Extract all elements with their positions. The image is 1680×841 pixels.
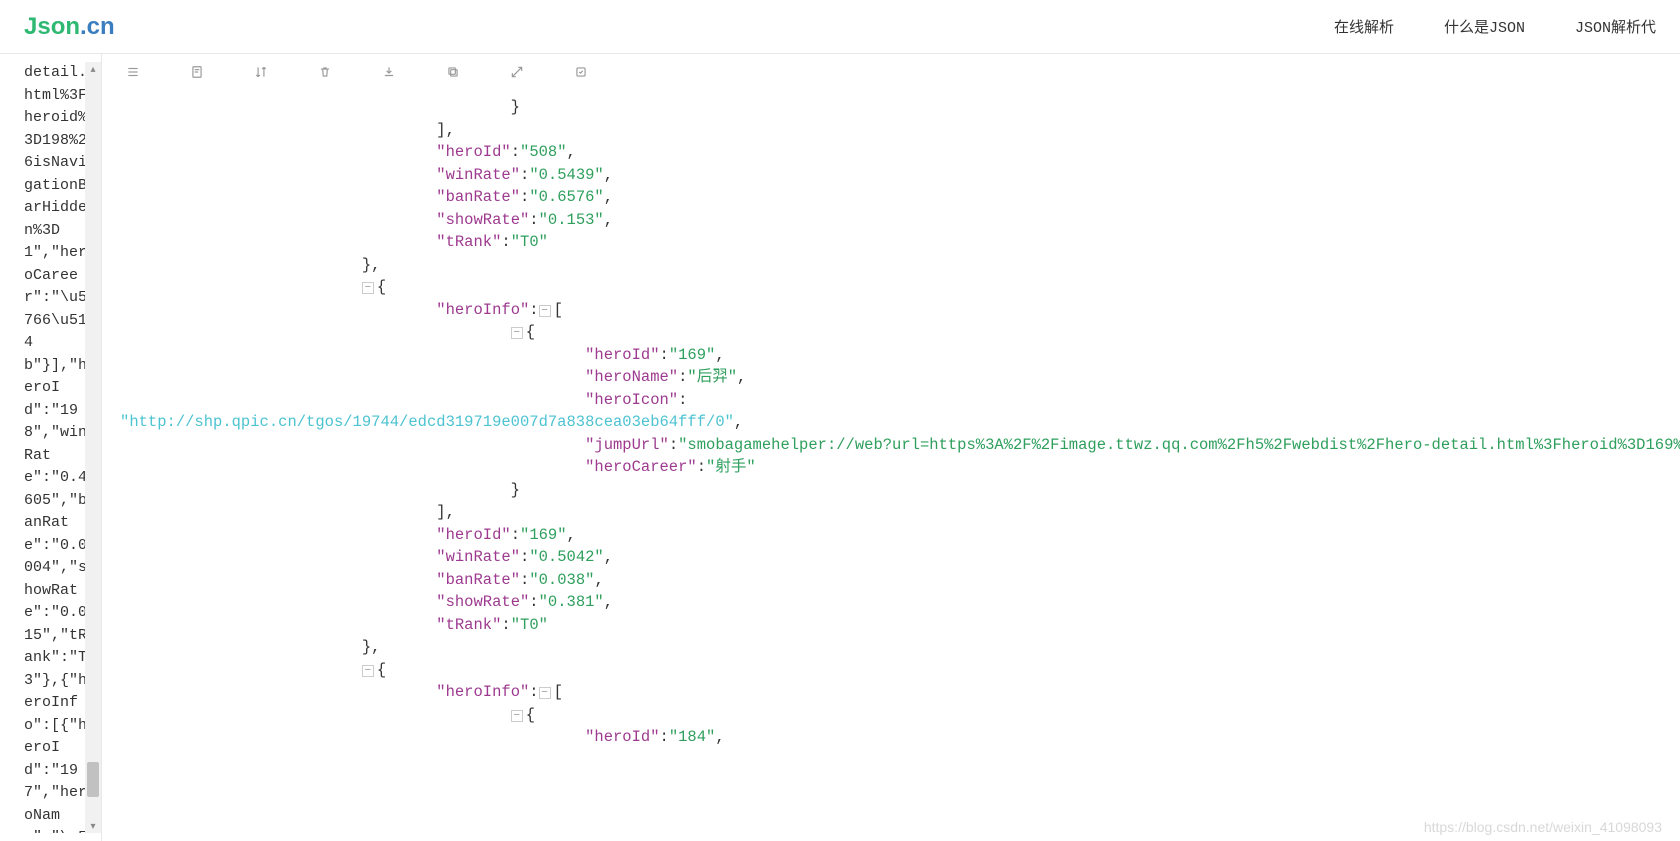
sort-icon[interactable] bbox=[254, 65, 268, 82]
watermark: https://blog.csdn.net/weixin_41098093 bbox=[1424, 819, 1662, 835]
raw-scrollbar[interactable]: ▴ ▾ bbox=[85, 62, 101, 833]
guide-icon[interactable] bbox=[574, 65, 588, 82]
formatted-json-view[interactable]: } ], "heroId":"508", "winRate":"0.5439",… bbox=[102, 92, 1680, 841]
file-icon[interactable] bbox=[190, 65, 204, 82]
formatted-panel: } ], "heroId":"508", "winRate":"0.5439",… bbox=[101, 54, 1680, 841]
download-icon[interactable] bbox=[382, 65, 396, 82]
nav-whatis[interactable]: 什么是JSON bbox=[1444, 16, 1525, 37]
nav: 在线解析 什么是JSON JSON解析代 bbox=[1334, 16, 1656, 37]
main: detail.html%3Fheroid%3D198%26isNavigatio… bbox=[0, 54, 1680, 841]
logo-cn: .cn bbox=[80, 13, 115, 40]
trash-icon[interactable] bbox=[318, 65, 332, 82]
site-logo[interactable]: Json.cn bbox=[24, 13, 115, 41]
scroll-up-icon[interactable]: ▴ bbox=[85, 62, 101, 76]
layers-icon[interactable] bbox=[126, 65, 140, 82]
nav-parsecode[interactable]: JSON解析代 bbox=[1575, 16, 1656, 37]
nav-parse[interactable]: 在线解析 bbox=[1334, 16, 1394, 37]
raw-json-panel: detail.html%3Fheroid%3D198%26isNavigatio… bbox=[0, 54, 101, 841]
copy-icon[interactable] bbox=[446, 65, 460, 82]
compress-icon[interactable] bbox=[510, 65, 524, 82]
scroll-thumb[interactable] bbox=[87, 762, 99, 797]
header: Json.cn 在线解析 什么是JSON JSON解析代 bbox=[0, 0, 1680, 54]
scroll-down-icon[interactable]: ▾ bbox=[85, 819, 101, 833]
toolbar bbox=[102, 54, 1680, 92]
raw-json-textarea[interactable]: detail.html%3Fheroid%3D198%26isNavigatio… bbox=[24, 62, 87, 833]
logo-json: Json bbox=[24, 13, 80, 40]
